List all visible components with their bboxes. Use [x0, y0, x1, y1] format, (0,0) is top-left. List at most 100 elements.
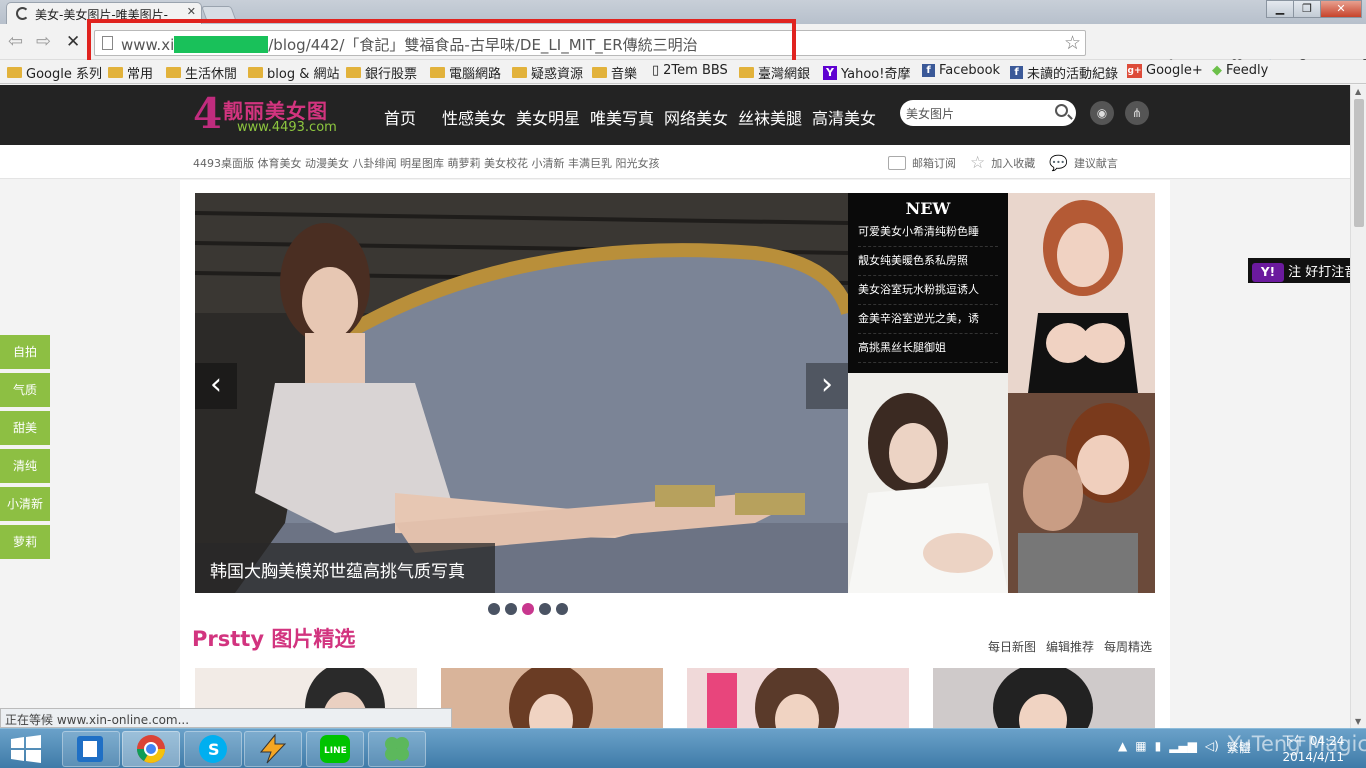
tag-links[interactable]: 4493桌面版 体育美女 动漫美女 八卦绯闻 明星图库 萌萝莉 美女校花 小清新…: [193, 155, 659, 171]
new-list-item[interactable]: 可爱美女小希清纯粉色睡: [858, 218, 998, 247]
new-list-item[interactable]: 美女浴室玩水粉挑逗诱人: [858, 276, 998, 305]
rss-icon[interactable]: ◉: [1090, 101, 1114, 125]
bookmark-item[interactable]: 疑惑資源: [512, 63, 583, 82]
section-tab[interactable]: 编辑推荐: [1046, 638, 1094, 655]
tray-volume-icon[interactable]: ◁): [1205, 739, 1219, 756]
taskbar-skype[interactable]: S: [184, 731, 242, 767]
bookmark-item[interactable]: 銀行股票: [346, 63, 417, 82]
subscribe-link[interactable]: 邮箱订阅: [888, 153, 956, 173]
thumb-bottom-right[interactable]: [1008, 393, 1155, 593]
site-logo[interactable]: 4 靓丽美女图 www.4493.com: [193, 93, 353, 137]
taskbar-clover[interactable]: [368, 731, 426, 767]
bookmark-item[interactable]: 音樂: [592, 63, 637, 82]
hero-caption[interactable]: 韩国大胸美模郑世蕴高挑气质写真: [195, 543, 495, 593]
stop-icon[interactable]: ✕: [66, 32, 80, 52]
taskbar-outlook[interactable]: [62, 731, 120, 767]
section-tab[interactable]: 每周精选: [1104, 638, 1152, 655]
slide-dots: [488, 603, 568, 615]
bookmark-item[interactable]: blog & 網站: [248, 63, 339, 82]
yahoo-icon: Y: [823, 65, 837, 80]
side-category-button[interactable]: 自拍: [0, 335, 50, 369]
site-search-input[interactable]: 美女图片: [900, 100, 1076, 126]
favorite-link[interactable]: ☆ 加入收藏: [970, 153, 1035, 173]
side-category-button[interactable]: 萝莉: [0, 525, 50, 559]
bookmark-item[interactable]: Google 系列: [7, 63, 102, 82]
forward-icon[interactable]: ⇨: [36, 32, 51, 52]
gallery-thumb-3[interactable]: [687, 668, 909, 728]
bookmark-label: Feedly: [1226, 63, 1269, 78]
side-category-button[interactable]: 气质: [0, 373, 50, 407]
bookmark-label: Facebook: [939, 63, 1001, 78]
new-list: NEW 可爱美女小希清纯粉色睡 靓女纯美暖色系私房照 美女浴室玩水粉挑逗诱人 金美辛浴…: [848, 193, 1008, 373]
close-tab-icon[interactable]: ✕: [187, 5, 196, 18]
page-scrollbar[interactable]: ▲ ▼: [1350, 85, 1366, 728]
bookmark-item[interactable]: f Facebook: [922, 63, 1000, 78]
sub-links: 邮箱订阅 ☆ 加入收藏 💬 建议献言: [888, 153, 1118, 173]
bookmark-label: Google+: [1146, 63, 1203, 78]
slide-dot[interactable]: [556, 603, 568, 615]
scroll-down-icon[interactable]: ▼: [1355, 717, 1361, 726]
feedback-link[interactable]: 💬 建议献言: [1049, 153, 1118, 173]
tray-signal-icon[interactable]: ▂▄▆: [1169, 739, 1197, 756]
menu-item[interactable]: 美女明星: [516, 105, 590, 129]
thumb-middle[interactable]: [848, 373, 1008, 593]
minimize-button[interactable]: ▁: [1266, 0, 1294, 18]
section-tab[interactable]: 每日新图: [988, 638, 1036, 655]
bookmark-item[interactable]: 常用: [108, 63, 153, 82]
side-category-button[interactable]: 清纯: [0, 449, 50, 483]
bookmark-item[interactable]: Y Yahoo!奇摩: [823, 63, 910, 82]
maximize-button[interactable]: ❐: [1293, 0, 1321, 18]
menu-item[interactable]: 高清美女: [812, 105, 886, 129]
menu-item[interactable]: 性感美女: [442, 105, 516, 129]
bookmark-item[interactable]: f 未讀的活動紀錄: [1010, 63, 1118, 82]
bookmark-item[interactable]: ▯ 2Tem BBS: [652, 63, 728, 78]
new-title: NEW: [905, 199, 951, 218]
side-category-button[interactable]: 小清新: [0, 487, 50, 521]
slide-dot[interactable]: [539, 603, 551, 615]
scroll-thumb[interactable]: [1354, 99, 1364, 227]
start-button[interactable]: [8, 733, 44, 765]
bookmark-label: 疑惑資源: [531, 67, 584, 82]
bookmark-item[interactable]: 生活休閒: [166, 63, 237, 82]
winamp-icon: [259, 733, 287, 764]
bookmark-star-icon[interactable]: ☆: [1064, 32, 1081, 54]
side-category-button[interactable]: 甜美: [0, 411, 50, 445]
new-list-item[interactable]: 金美辛浴室逆光之美，诱: [858, 305, 998, 334]
slide-dot[interactable]: [488, 603, 500, 615]
share-icon[interactable]: ⋔: [1125, 101, 1149, 125]
prev-slide-arrow[interactable]: ‹: [195, 363, 237, 409]
chrome-icon: [137, 735, 165, 763]
new-list-item[interactable]: 靓女纯美暖色系私房照: [858, 247, 998, 276]
gallery-thumb-4[interactable]: [933, 668, 1155, 728]
next-slide-arrow[interactable]: ›: [806, 363, 848, 409]
tray-network-icon[interactable]: ▦: [1135, 739, 1146, 756]
taskbar-winamp[interactable]: [244, 731, 302, 767]
new-list-item[interactable]: 高挑黑丝长腿御姐: [858, 334, 998, 363]
tray-expand-icon[interactable]: ▲: [1118, 739, 1127, 756]
bookmark-item[interactable]: ◆ Feedly: [1212, 63, 1268, 78]
folder-icon: [592, 67, 607, 78]
scroll-up-icon[interactable]: ▲: [1355, 87, 1361, 96]
close-window-button[interactable]: ✕: [1320, 0, 1362, 18]
menu-item[interactable]: 唯美写真: [590, 105, 664, 129]
page-viewport: 4 靓丽美女图 www.4493.com 首页 性感美女 美女明星 唯美写真 网络美女丝…: [0, 85, 1350, 728]
menu-item[interactable]: 丝袜美腿: [738, 105, 812, 129]
taskbar-chrome[interactable]: [122, 731, 180, 767]
bookmark-item[interactable]: 臺灣網銀: [739, 63, 810, 82]
slide-dot[interactable]: [505, 603, 517, 615]
slide-dot[interactable]: [522, 603, 534, 615]
tray-battery-icon[interactable]: ▮: [1155, 739, 1162, 756]
yahoo-ime-badge[interactable]: Y! 注 好打注音: [1248, 258, 1350, 283]
gallery-thumb-2[interactable]: [441, 668, 663, 728]
bookmark-item[interactable]: 電腦網路: [430, 63, 501, 82]
skype-icon: S: [199, 735, 227, 763]
search-icon[interactable]: [1055, 104, 1068, 117]
bookmark-item[interactable]: g+ Google+: [1127, 63, 1203, 78]
menu-item[interactable]: 网络美女: [664, 105, 738, 129]
clover-icon: [385, 737, 409, 761]
menu-item[interactable]: 首页: [384, 105, 442, 129]
back-icon[interactable]: ⇦: [8, 32, 23, 52]
hero-slider[interactable]: ‹ › 韩国大胸美模郑世蕴高挑气质写真: [195, 193, 848, 593]
thumb-top-right[interactable]: [1008, 193, 1155, 393]
taskbar-line[interactable]: LINE: [306, 731, 364, 767]
